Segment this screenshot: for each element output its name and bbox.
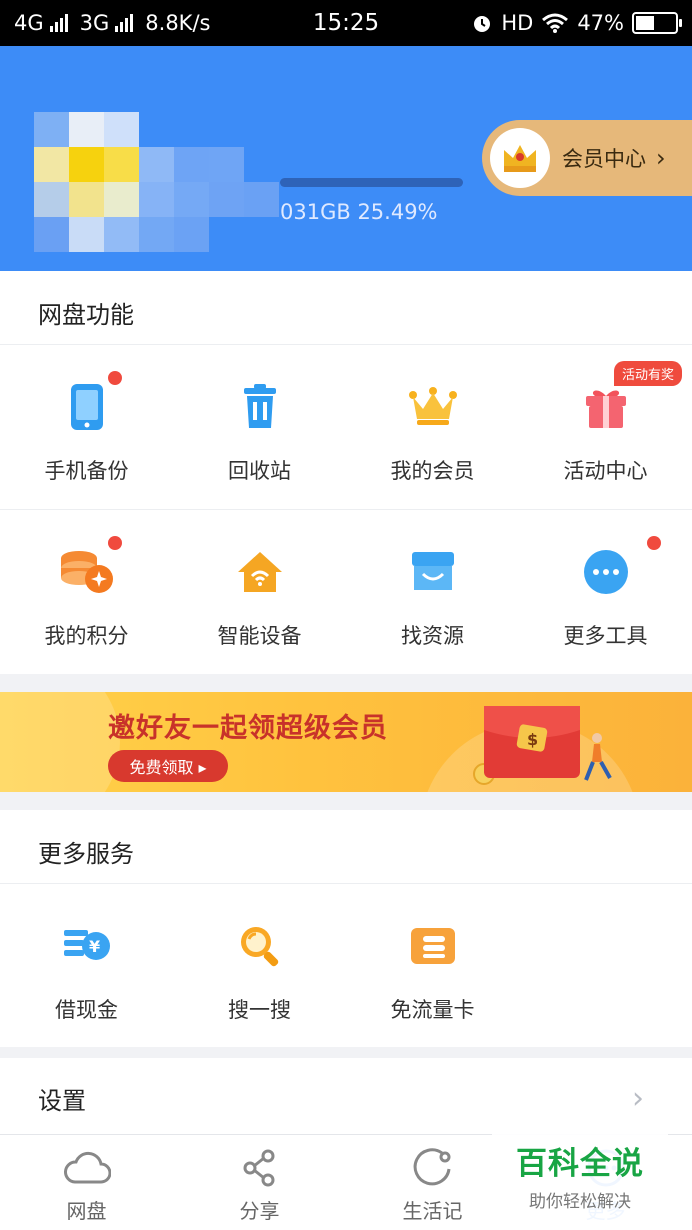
functions-row-1: 手机备份 回收站 我的会员 活动有奖 活动中心 xyxy=(0,345,692,509)
cash-loan-icon: ¥ xyxy=(59,918,115,974)
nav-tab-share[interactable]: 分享 xyxy=(173,1135,346,1230)
nav-tab-netdisk[interactable]: 网盘 xyxy=(0,1135,173,1230)
item-label: 更多工具 xyxy=(563,624,648,648)
storage-quota-text: 031GB 25.49% xyxy=(280,200,438,224)
my-points-item[interactable]: 我的积分 xyxy=(0,510,173,674)
chevron-right-icon: › xyxy=(632,1080,644,1116)
svg-text:¥: ¥ xyxy=(89,937,100,956)
red-envelope-icon: $ xyxy=(473,706,612,785)
chevron-right-icon: › xyxy=(656,144,666,172)
signal-bars-icon xyxy=(115,14,134,32)
vip-center-button[interactable]: 会员中心 › xyxy=(482,120,692,196)
item-label: 我的会员 xyxy=(390,459,475,483)
item-label: 手机备份 xyxy=(44,459,129,483)
item-label: 找资源 xyxy=(401,624,464,648)
search-item[interactable]: 搜一搜 xyxy=(173,884,346,1048)
settings-row[interactable]: 设置 › xyxy=(0,1058,692,1138)
item-label: 智能设备 xyxy=(217,624,302,648)
account-header: 031GB 25.49% 会员中心 › xyxy=(0,46,692,271)
item-label: 免流量卡 xyxy=(390,998,475,1022)
activity-center-item[interactable]: 活动有奖 活动中心 xyxy=(519,345,692,509)
vip-center-label: 会员中心 xyxy=(562,147,646,171)
section-title-services: 更多服务 xyxy=(38,840,134,868)
nav-label: 生活记 xyxy=(402,1199,463,1223)
item-label: 我的积分 xyxy=(44,624,129,648)
signal-bars-icon xyxy=(49,14,68,32)
network-speed: 8.8K/s xyxy=(145,11,211,35)
item-label: 搜一搜 xyxy=(228,998,291,1022)
crown-icon xyxy=(405,379,461,435)
wifi-icon xyxy=(542,13,569,33)
free-claim-button[interactable]: 免费领取 ▸ xyxy=(108,750,228,782)
phone-backup-item[interactable]: 手机备份 xyxy=(0,345,173,509)
phone-icon xyxy=(59,379,115,435)
services-row: ¥ 借现金 搜一搜 免流量卡 xyxy=(0,884,692,1048)
section-title-functions: 网盘功能 xyxy=(38,301,134,329)
svg-text:$: $ xyxy=(527,730,538,749)
vip-crown-icon xyxy=(490,128,550,188)
notification-dot xyxy=(647,536,661,550)
cloud-icon xyxy=(62,1143,112,1193)
banner-title: 邀好友一起领超级会员 xyxy=(108,713,388,744)
nav-label: 分享 xyxy=(239,1199,280,1223)
storage-progress-bar xyxy=(280,178,463,187)
network-type-2: 3G xyxy=(79,11,110,35)
item-label: 借现金 xyxy=(55,998,118,1022)
life-icon xyxy=(408,1143,458,1193)
trash-icon xyxy=(232,379,288,435)
recycle-bin-item[interactable]: 回收站 xyxy=(173,345,346,509)
watermark-title: 百科全说 xyxy=(516,1146,644,1182)
coins-icon xyxy=(59,544,115,600)
settings-label: 设置 xyxy=(38,1086,86,1115)
network-type-1: 4G xyxy=(14,11,44,35)
watermark-logo: 百科全说 助你轻松解决 xyxy=(492,1130,668,1230)
more-dots-icon xyxy=(578,544,634,600)
data-card-item[interactable]: 免流量卡 xyxy=(346,884,519,1048)
status-bar: 4G 3G 8.8K/s 15:25 HD 47% xyxy=(0,0,692,46)
invite-friends-banner[interactable]: 邀好友一起领超级会员 免费领取 ▸ $ xyxy=(0,692,692,792)
smart-home-icon xyxy=(232,544,288,600)
alarm-icon xyxy=(474,16,491,32)
item-label: 回收站 xyxy=(228,459,291,483)
store-icon xyxy=(405,544,461,600)
smart-device-item[interactable]: 智能设备 xyxy=(173,510,346,674)
find-resources-item[interactable]: 找资源 xyxy=(346,510,519,674)
avatar-mosaic xyxy=(34,102,284,271)
battery-percent: 47% xyxy=(577,11,624,35)
notification-dot xyxy=(108,536,122,550)
hd-indicator: HD xyxy=(501,11,534,35)
cash-loan-item[interactable]: ¥ 借现金 xyxy=(0,884,173,1048)
more-tools-item[interactable]: 更多工具 xyxy=(519,510,692,674)
gift-icon xyxy=(578,379,634,435)
watermark-subtitle: 助你轻松解决 xyxy=(529,1192,631,1212)
functions-row-2: 我的积分 智能设备 找资源 更多工具 xyxy=(0,510,692,674)
nav-label: 网盘 xyxy=(66,1199,107,1223)
search-icon xyxy=(232,918,288,974)
notification-dot xyxy=(108,371,122,385)
battery-icon xyxy=(632,12,682,34)
my-membership-item[interactable]: 我的会员 xyxy=(346,345,519,509)
item-label: 活动中心 xyxy=(563,459,648,483)
share-icon xyxy=(235,1143,285,1193)
data-card-icon xyxy=(405,918,461,974)
